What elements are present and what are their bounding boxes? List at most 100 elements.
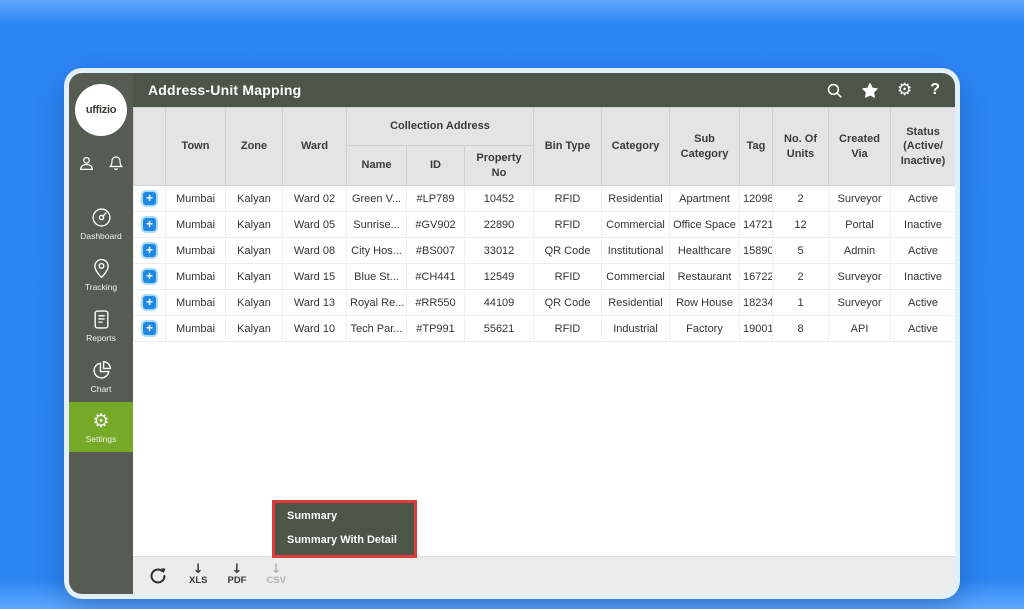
col-header-status: Status (Active/ Inactive) — [891, 108, 955, 186]
sidebar-nav: Dashboard Tracking Reports — [69, 198, 133, 452]
cell-sub-category: Row House — [670, 290, 740, 316]
col-header-tag: Tag — [740, 108, 773, 186]
cell-ward: Ward 02 — [283, 186, 347, 212]
help-icon[interactable]: ? — [930, 81, 940, 99]
expand-row-icon[interactable]: + — [143, 296, 156, 309]
export-pdf-button[interactable]: ↓ PDF — [227, 564, 246, 586]
cell-created-via: Surveyor — [829, 290, 891, 316]
address-unit-table: Town Zone Ward Collection Address Bin Ty… — [133, 107, 955, 342]
sidebar-item-label: Chart — [91, 384, 112, 394]
cell-id: #GV902 — [407, 212, 465, 238]
cell-property-no: 33012 — [465, 238, 534, 264]
bottom-toolbar: ↓ XLS ↓ PDF ↓ CSV — [133, 556, 955, 594]
expand-row-icon[interactable]: + — [143, 244, 156, 257]
search-icon[interactable] — [826, 82, 843, 99]
cell-category: Residential — [602, 186, 670, 212]
favorite-star-icon[interactable] — [861, 82, 879, 99]
export-csv-button[interactable]: ↓ CSV — [266, 564, 286, 586]
page-title: Address-Unit Mapping — [148, 82, 301, 98]
cell-status: Active — [891, 290, 955, 316]
expand-row-icon[interactable]: + — [143, 218, 156, 231]
cell-tag: 14721 — [740, 212, 773, 238]
sidebar-item-dashboard[interactable]: Dashboard — [69, 198, 133, 249]
table-row: + Mumbai Kalyan Ward 05 Sunrise... #GV90… — [134, 212, 956, 238]
cell-status: Active — [891, 186, 955, 212]
cell-sub-category: Factory — [670, 316, 740, 342]
cell-property-no: 10452 — [465, 186, 534, 212]
cell-sub-category: Restaurant — [670, 264, 740, 290]
notifications-bell-icon[interactable] — [108, 155, 124, 177]
settings-gear-icon[interactable]: ⚙ — [897, 82, 912, 99]
export-xls-button[interactable]: ↓ XLS — [189, 564, 207, 586]
cell-bin-type: QR Code — [534, 290, 602, 316]
col-header-units: No. Of Units — [773, 108, 829, 186]
cell-name: Sunrise... — [347, 212, 407, 238]
cell-bin-type: RFID — [534, 264, 602, 290]
cell-town: Mumbai — [166, 238, 226, 264]
export-label: PDF — [227, 576, 246, 586]
cell-sub-category: Apartment — [670, 186, 740, 212]
cell-name: Blue St... — [347, 264, 407, 290]
cell-ward: Ward 10 — [283, 316, 347, 342]
cell-status: Active — [891, 238, 955, 264]
sidebar: uffizio Dashboa — [69, 73, 133, 594]
cell-name: City Hos... — [347, 238, 407, 264]
menu-item-summary[interactable]: Summary — [275, 503, 414, 527]
col-header-created-via: Created Via — [829, 108, 891, 186]
cell-category: Institutional — [602, 238, 670, 264]
cell-zone: Kalyan — [226, 186, 283, 212]
cell-town: Mumbai — [166, 212, 226, 238]
table-row: + Mumbai Kalyan Ward 10 Tech Par... #TP9… — [134, 316, 956, 342]
cell-created-via: API — [829, 316, 891, 342]
cell-property-no: 44109 — [465, 290, 534, 316]
table-row: + Mumbai Kalyan Ward 08 City Hos... #BS0… — [134, 238, 956, 264]
cell-status: Active — [891, 316, 955, 342]
cell-bin-type: RFID — [534, 316, 602, 342]
cell-ward: Ward 08 — [283, 238, 347, 264]
cell-status: Inactive — [891, 212, 955, 238]
sidebar-item-settings[interactable]: ⚙ Settings — [69, 402, 133, 452]
sidebar-user-icons — [78, 155, 124, 177]
cell-town: Mumbai — [166, 316, 226, 342]
cell-zone: Kalyan — [226, 316, 283, 342]
sidebar-item-tracking[interactable]: Tracking — [69, 249, 133, 300]
uffizio-logo: uffizio — [75, 84, 127, 136]
menu-item-summary-with-detail[interactable]: Summary With Detail — [275, 527, 414, 555]
cell-units: 8 — [773, 316, 829, 342]
chart-icon — [91, 360, 112, 381]
cell-bin-type: RFID — [534, 212, 602, 238]
cell-units: 2 — [773, 264, 829, 290]
sidebar-item-chart[interactable]: Chart — [69, 351, 133, 402]
sidebar-item-reports[interactable]: Reports — [69, 300, 133, 351]
refresh-icon[interactable] — [147, 565, 169, 587]
col-header-name: Name — [347, 146, 407, 186]
export-options-popup: Summary Summary With Detail — [272, 500, 417, 558]
cell-zone: Kalyan — [226, 238, 283, 264]
expand-row-icon[interactable]: + — [143, 192, 156, 205]
cell-bin-type: QR Code — [534, 238, 602, 264]
col-header-bin-type: Bin Type — [534, 108, 602, 186]
col-header-expand — [134, 108, 166, 186]
cell-units: 2 — [773, 186, 829, 212]
cell-category: Industrial — [602, 316, 670, 342]
cell-ward: Ward 15 — [283, 264, 347, 290]
cell-id: #RR550 — [407, 290, 465, 316]
col-header-sub-category: Sub Category — [670, 108, 740, 186]
sidebar-item-label: Reports — [86, 333, 116, 343]
dashboard-icon — [91, 207, 112, 228]
cell-property-no: 12549 — [465, 264, 534, 290]
reports-icon — [92, 309, 111, 330]
col-header-property-no: Property No — [465, 146, 534, 186]
cell-name: Royal Re... — [347, 290, 407, 316]
col-header-category: Category — [602, 108, 670, 186]
cell-units: 5 — [773, 238, 829, 264]
cell-town: Mumbai — [166, 186, 226, 212]
col-header-ward: Ward — [283, 108, 347, 186]
expand-row-icon[interactable]: + — [143, 322, 156, 335]
user-icon[interactable] — [78, 155, 95, 177]
cell-tag: 19001 — [740, 316, 773, 342]
cell-id: #BS007 — [407, 238, 465, 264]
cell-category: Commercial — [602, 264, 670, 290]
settings-icon: ⚙ — [92, 411, 109, 431]
expand-row-icon[interactable]: + — [143, 270, 156, 283]
